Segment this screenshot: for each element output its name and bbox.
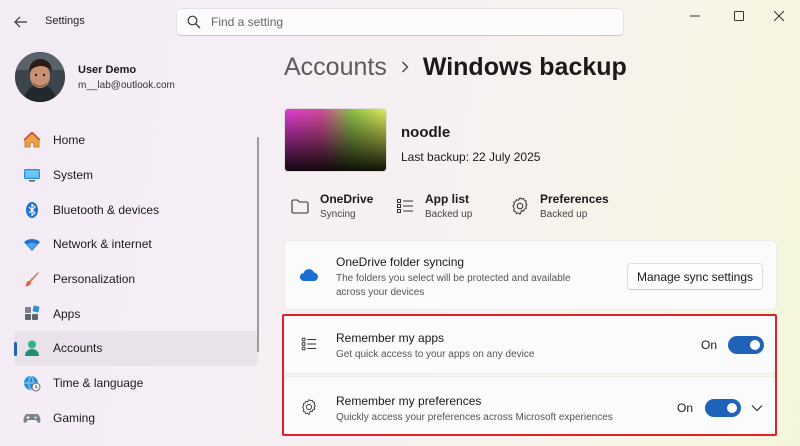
sidebar-item-accounts[interactable]: Accounts	[14, 331, 258, 366]
search-box[interactable]	[176, 8, 624, 36]
sidebar-item-personalization[interactable]: Personalization	[14, 262, 258, 297]
arrow-left-icon	[14, 16, 27, 28]
remember-apps-toggle[interactable]	[728, 336, 764, 354]
globe-clock-icon	[23, 374, 41, 392]
maximize-icon	[734, 11, 744, 21]
page-title: Windows backup	[422, 52, 627, 81]
device-thumbnail	[284, 108, 387, 172]
apps-icon	[23, 305, 41, 323]
card-title: Remember my apps	[336, 331, 445, 345]
stat-subtitle: Syncing	[320, 209, 356, 220]
card-title: OneDrive folder syncing	[336, 255, 465, 269]
cloud-icon	[299, 265, 319, 285]
stat-title: App list	[425, 192, 469, 206]
active-indicator	[14, 342, 17, 357]
gear-icon	[299, 397, 319, 417]
toggle-state-label: On	[701, 338, 718, 352]
maximize-button[interactable]	[724, 8, 754, 24]
avatar[interactable]	[15, 52, 65, 102]
card-description: The folders you select will be protected…	[336, 273, 571, 284]
sidebar-item-apps[interactable]: Apps	[14, 296, 258, 331]
breadcrumb: Accounts Windows backup	[284, 50, 627, 84]
manage-sync-settings-button[interactable]: Manage sync settings	[627, 263, 763, 290]
user-name: User Demo	[78, 64, 137, 76]
sidebar-item-system[interactable]: System	[14, 158, 258, 193]
stat-title: Preferences	[540, 192, 609, 206]
folder-icon	[290, 196, 310, 216]
title-bar: Settings	[0, 0, 800, 44]
card-title: Remember my preferences	[336, 394, 482, 408]
gear-icon	[510, 196, 530, 216]
home-icon	[23, 131, 41, 149]
remember-apps-card: Remember my apps Get quick access to you…	[284, 314, 777, 374]
accounts-icon	[23, 339, 41, 357]
search-icon	[187, 15, 201, 29]
minimize-icon	[690, 15, 700, 17]
sidebar-item-label: Home	[53, 133, 86, 148]
search-input[interactable]	[211, 12, 611, 32]
stat-subtitle: Backed up	[540, 209, 588, 220]
avatar-image	[15, 52, 65, 102]
app-list-icon	[299, 334, 319, 354]
sidebar-item-label: Time & language	[53, 376, 144, 391]
card-description: across your devices	[336, 287, 425, 298]
device-name: noodle	[401, 124, 451, 141]
sidebar-item-label: Personalization	[53, 272, 136, 287]
remember-preferences-card[interactable]: Remember my preferences Quickly access y…	[284, 376, 777, 436]
sidebar-item-time-language[interactable]: Time & language	[14, 366, 258, 401]
toggle-state-label: On	[677, 401, 694, 415]
system-icon	[23, 166, 41, 184]
back-button[interactable]	[10, 12, 32, 32]
card-description: Get quick access to your apps on any dev…	[336, 349, 535, 360]
user-email: m__lab@outlook.com	[78, 80, 175, 91]
sidebar-item-gaming[interactable]: Gaming	[14, 401, 258, 436]
onedrive-sync-card: OneDrive folder syncing The folders you …	[284, 240, 777, 310]
chevron-down-icon[interactable]	[749, 400, 765, 416]
chevron-right-icon	[401, 61, 409, 73]
last-backup-text: Last backup: 22 July 2025	[401, 150, 541, 164]
sidebar-scrollbar[interactable]	[257, 137, 259, 352]
sidebar-item-label: Gaming	[53, 410, 96, 425]
close-icon	[774, 11, 784, 21]
app-list-icon	[395, 196, 415, 216]
sidebar-item-label: Bluetooth & devices	[53, 202, 160, 217]
brush-icon	[23, 270, 41, 288]
sidebar-nav: Home System Bluetooth & devices Network …	[14, 123, 258, 435]
sidebar-item-label: Accounts	[53, 341, 103, 356]
stat-subtitle: Backed up	[425, 209, 473, 220]
wifi-icon	[23, 235, 41, 253]
breadcrumb-parent[interactable]: Accounts	[284, 53, 387, 82]
sidebar-item-home[interactable]: Home	[14, 123, 258, 158]
gamepad-icon	[23, 409, 41, 427]
close-button[interactable]	[764, 8, 794, 24]
card-description: Quickly access your preferences across M…	[336, 412, 613, 423]
sidebar-item-label: Network & internet	[53, 237, 152, 252]
minimize-button[interactable]	[680, 8, 710, 24]
app-title: Settings	[45, 15, 85, 27]
sidebar-item-bluetooth[interactable]: Bluetooth & devices	[14, 192, 258, 227]
sidebar-item-label: Apps	[53, 306, 81, 321]
stat-title: OneDrive	[320, 192, 374, 206]
sidebar-item-network[interactable]: Network & internet	[14, 227, 258, 262]
remember-preferences-toggle[interactable]	[705, 399, 741, 417]
sidebar-item-label: System	[53, 168, 94, 183]
bluetooth-icon	[23, 201, 41, 219]
